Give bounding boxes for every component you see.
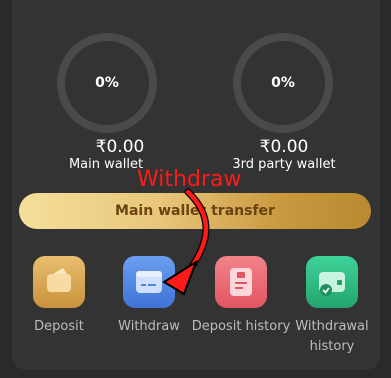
withdraw-label: Withdraw <box>118 319 180 334</box>
withdraw-action[interactable]: Withdraw <box>99 256 199 337</box>
withdrawal-history-label: Withdrawal history <box>295 319 369 354</box>
deposit-label: Deposit <box>34 319 84 334</box>
withdraw-icon[interactable] <box>123 256 175 308</box>
annotation-label: Withdraw <box>137 167 242 192</box>
third-party-wallet-gauge: 0% <box>233 33 333 133</box>
main-wallet-percent: 0% <box>95 75 119 91</box>
deposit-action[interactable]: Deposit <box>9 256 109 337</box>
deposit-history-icon[interactable] <box>215 256 267 308</box>
deposit-icon[interactable] <box>33 256 85 308</box>
main-wallet-transfer-button[interactable]: Main wallet transfer <box>19 193 371 229</box>
main-wallet-gauge: 0% <box>57 33 157 133</box>
withdrawal-history-icon[interactable] <box>306 256 358 308</box>
third-party-wallet-percent: 0% <box>271 75 295 91</box>
withdrawal-history-action[interactable]: Withdrawal history <box>282 256 382 357</box>
deposit-history-label: Deposit history <box>191 319 291 334</box>
third-party-wallet-amount: ₹0.00 <box>259 137 309 157</box>
deposit-history-action[interactable]: Deposit history <box>191 256 291 337</box>
main-wallet-amount: ₹0.00 <box>95 137 145 157</box>
